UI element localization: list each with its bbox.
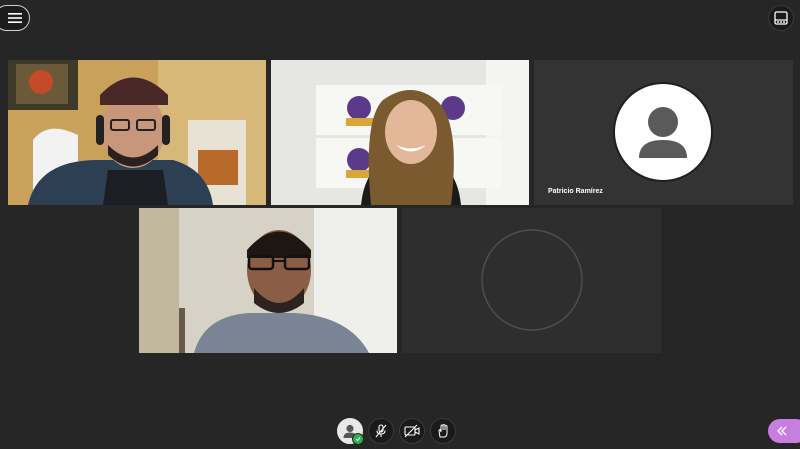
empty-avatar-ring-icon	[481, 229, 583, 331]
microphone-button[interactable]	[368, 418, 394, 444]
hamburger-icon	[8, 13, 22, 23]
participant-video-1	[8, 60, 266, 205]
raise-hand-icon	[438, 424, 448, 438]
camera-button[interactable]	[399, 418, 425, 444]
video-tile-2[interactable]	[271, 60, 529, 205]
available-status-icon	[352, 433, 364, 445]
layout-toggle-button[interactable]	[768, 5, 794, 31]
raise-hand-button[interactable]	[430, 418, 456, 444]
session-controls	[337, 418, 456, 445]
video-tile-4[interactable]	[139, 208, 397, 353]
open-menu-button[interactable]	[0, 5, 30, 31]
video-tile-1[interactable]	[8, 60, 266, 205]
video-tile-5[interactable]	[402, 208, 661, 353]
default-user-avatar-icon	[613, 82, 713, 182]
participant-video-4	[139, 208, 397, 353]
layout-toggle-icon	[774, 11, 788, 25]
participant-video-2	[271, 60, 529, 205]
double-chevron-left-icon	[777, 426, 787, 436]
open-collaborate-panel-button[interactable]	[768, 419, 800, 443]
my-status-button[interactable]	[337, 418, 364, 445]
camera-off-icon	[404, 424, 420, 438]
video-tile-3[interactable]: Patricio Ramírez	[534, 60, 793, 205]
participant-name-label: Patricio Ramírez	[548, 188, 603, 195]
microphone-muted-icon	[375, 424, 387, 438]
